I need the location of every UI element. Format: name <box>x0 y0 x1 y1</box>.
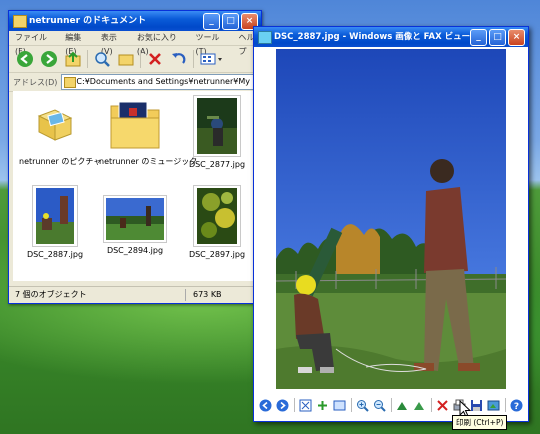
back-button[interactable] <box>15 49 35 69</box>
slideshow-icon <box>333 400 346 410</box>
zoom-in-icon <box>357 399 369 412</box>
object-count: 7 個のオブジェクト <box>15 290 87 299</box>
address-value: C:¥Documents and Settings¥netrunner¥My D… <box>76 77 260 86</box>
zoom-out-icon <box>374 399 386 412</box>
pictures-folder-icon <box>25 95 85 153</box>
search-button[interactable] <box>92 49 112 69</box>
help-icon: ? <box>510 399 523 412</box>
photo-thumbnail-icon <box>32 185 78 247</box>
menu-tools[interactable]: ツール(T) <box>195 31 228 56</box>
address-field[interactable]: C:¥Documents and Settings¥netrunner¥My D… <box>61 74 261 90</box>
best-fit-button[interactable] <box>299 398 313 412</box>
explorer-toolbar <box>9 46 261 73</box>
explorer-window: netrunner のドキュメント _ □ × ファイル(F) 編集(E) 表示… <box>8 10 262 304</box>
up-folder-button[interactable] <box>63 49 83 69</box>
next-image-icon <box>276 399 289 411</box>
undo-icon <box>172 53 186 64</box>
folders-icon <box>118 54 134 66</box>
maximize-button[interactable]: □ <box>489 29 506 46</box>
back-arrow-icon <box>17 51 33 67</box>
file-item-dsc-2897[interactable]: DSC_2897.jpg <box>181 185 253 259</box>
explorer-title-bar[interactable]: netrunner のドキュメント _ □ × <box>9 11 261 31</box>
file-label: netrunner のミュージック <box>99 157 198 166</box>
minimize-button[interactable]: _ <box>203 13 220 30</box>
undo-button[interactable] <box>169 49 189 69</box>
address-bar: アドレス(D) C:¥Documents and Settings¥netrun… <box>9 73 261 92</box>
viewer-title: DSC_2887.jpg - Windows 画像と FAX ビューア <box>274 32 479 42</box>
maximize-button[interactable]: □ <box>222 13 239 30</box>
file-item-pictures[interactable]: netrunner のピクチャ <box>19 95 102 167</box>
forward-arrow-icon <box>41 51 57 67</box>
folder-icon <box>64 77 77 88</box>
search-icon <box>95 52 110 67</box>
zoom-in-button[interactable] <box>356 398 370 412</box>
file-label: DSC_2877.jpg <box>188 160 246 169</box>
menu-edit[interactable]: 編集(E) <box>65 31 91 56</box>
viewer-title-bar[interactable]: DSC_2887.jpg - Windows 画像と FAX ビューア _ □ … <box>254 27 528 47</box>
viewer-canvas: ? <box>254 47 528 421</box>
rotate-clockwise-icon <box>397 401 407 410</box>
file-item-dsc-2894[interactable]: DSC_2894.jpg <box>99 185 171 255</box>
delete-x-icon <box>437 399 448 411</box>
file-label: DSC_2897.jpg <box>188 250 246 259</box>
zoom-out-button[interactable] <box>373 398 387 412</box>
file-list: netrunner のピクチャ netrunner のミュージック DSC_28… <box>13 91 257 281</box>
open-editor-button[interactable] <box>487 398 501 412</box>
best-fit-icon <box>299 399 312 411</box>
forward-button[interactable] <box>39 49 59 69</box>
close-button[interactable]: × <box>508 29 525 46</box>
file-item-dsc-2877[interactable]: DSC_2877.jpg <box>181 95 253 169</box>
displayed-photo <box>276 49 506 389</box>
photo-thumbnail-icon <box>103 195 167 243</box>
actual-size-icon <box>318 400 327 410</box>
file-label: netrunner のピクチャ <box>19 157 102 166</box>
svg-text:?: ? <box>514 402 519 412</box>
menu-view[interactable]: 表示(V) <box>101 31 127 56</box>
image-viewer-icon <box>258 31 272 44</box>
file-label: DSC_2894.jpg <box>106 246 164 255</box>
total-size: 673 KB <box>193 290 222 299</box>
delete-x-icon <box>149 53 161 65</box>
up-folder-icon <box>65 51 81 67</box>
music-folder-icon <box>105 95 165 153</box>
folder-icon <box>13 15 27 28</box>
help-button[interactable]: ? <box>510 398 524 412</box>
previous-image-button[interactable] <box>259 398 273 412</box>
views-icon <box>200 53 222 65</box>
save-copy-button[interactable] <box>470 398 484 412</box>
slideshow-button[interactable] <box>333 398 347 412</box>
rotate-counterclockwise-button[interactable] <box>413 398 427 412</box>
previous-image-icon <box>259 399 272 411</box>
status-bar: 7 個のオブジェクト 673 KB <box>9 286 261 303</box>
rotate-clockwise-button[interactable] <box>396 398 410 412</box>
explorer-title: netrunner のドキュメント <box>29 16 147 26</box>
next-image-button[interactable] <box>276 398 290 412</box>
actual-size-button[interactable] <box>316 398 330 412</box>
print-tooltip: 印刷 (Ctrl+P) <box>452 415 508 430</box>
save-icon <box>471 399 482 411</box>
delete-button[interactable] <box>145 49 165 69</box>
file-item-music[interactable]: netrunner のミュージック <box>99 95 198 167</box>
image-viewer-window: DSC_2887.jpg - Windows 画像と FAX ビューア _ □ … <box>253 26 529 422</box>
file-item-dsc-2887[interactable]: DSC_2887.jpg <box>19 185 91 259</box>
edit-image-icon <box>487 400 500 410</box>
address-label: アドレス(D) <box>13 77 58 87</box>
views-button[interactable] <box>198 49 224 69</box>
minimize-button[interactable]: _ <box>470 29 487 46</box>
photo-thumbnail-icon <box>193 95 241 157</box>
menu-bar: ファイル(F) 編集(E) 表示(V) お気に入り(A) ツール(T) ヘルプ <box>9 31 261 56</box>
file-label: DSC_2887.jpg <box>26 250 84 259</box>
delete-button[interactable] <box>436 398 450 412</box>
folders-button[interactable] <box>116 49 136 69</box>
rotate-counterclockwise-icon <box>414 401 424 410</box>
menu-favorites[interactable]: お気に入り(A) <box>137 31 186 56</box>
menu-file[interactable]: ファイル(F) <box>15 31 55 56</box>
photo-thumbnail-icon <box>193 185 241 247</box>
